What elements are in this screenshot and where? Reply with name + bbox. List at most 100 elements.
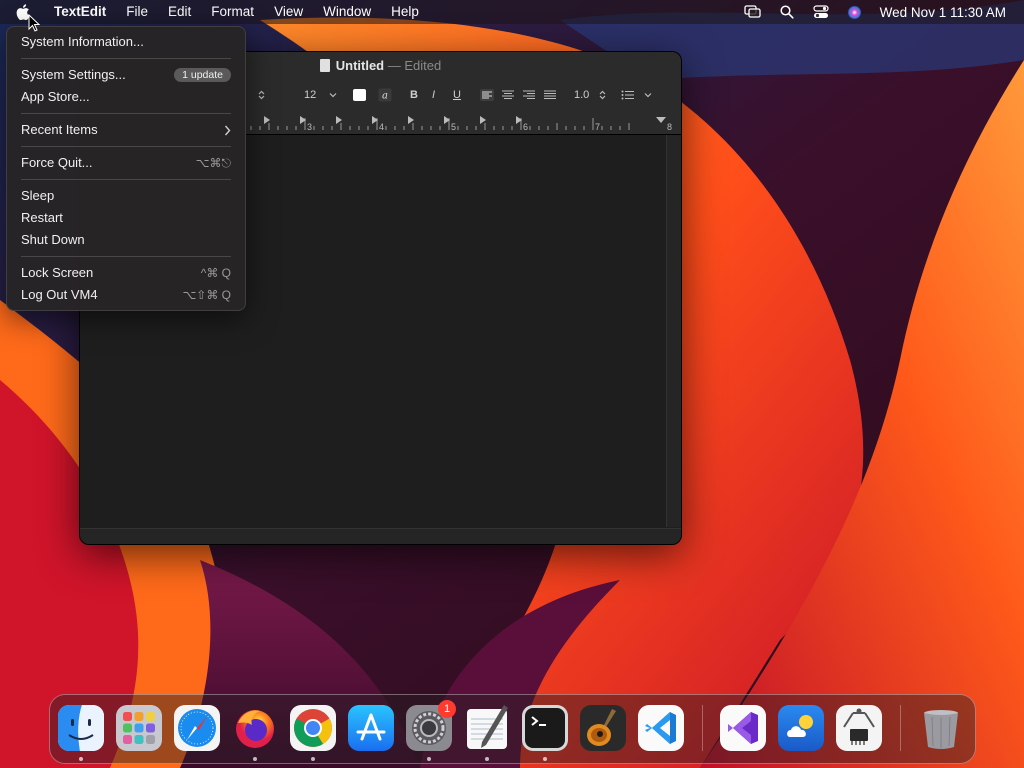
dock-chrome[interactable] — [290, 705, 336, 751]
apple-menu: System Information... System Settings...… — [6, 26, 246, 311]
text-color-well[interactable] — [353, 86, 366, 104]
chevron-right-icon — [224, 119, 231, 142]
title-separator: — — [387, 58, 401, 73]
menu-item-app-store[interactable]: App Store... — [13, 86, 239, 108]
underline-button[interactable]: U — [453, 86, 461, 104]
menu-format[interactable]: Format — [201, 0, 264, 24]
menu-item-label: App Store... — [21, 89, 90, 104]
textedit-icon — [467, 705, 508, 749]
ruler-label: 6 — [523, 122, 528, 132]
dock-firefox[interactable] — [232, 705, 278, 751]
document-icon — [319, 59, 330, 72]
menu-divider — [21, 146, 231, 147]
menu-app-name[interactable]: TextEdit — [44, 0, 116, 24]
firefox-icon — [236, 710, 274, 748]
dock-divider — [900, 705, 901, 751]
spotlight-search-icon[interactable] — [770, 0, 804, 24]
chevron-down-icon — [324, 86, 342, 104]
running-indicator — [427, 757, 431, 761]
notification-count: 1 — [443, 703, 451, 715]
menu-view[interactable]: View — [264, 0, 313, 24]
notification-badge: 1 — [438, 700, 456, 718]
keyboard-shortcut: ^⌘ Q — [200, 266, 231, 280]
trash-icon — [924, 710, 958, 749]
ruler-label: 7 — [595, 122, 600, 132]
siri-icon[interactable] — [838, 0, 872, 24]
weather-icon — [778, 705, 824, 751]
ruler-label: 5 — [451, 122, 456, 132]
menu-item-force-quit[interactable]: Force Quit... ⌥⌘⎋ — [13, 152, 239, 174]
launchpad-icon — [116, 705, 162, 751]
menu-item-system-settings[interactable]: System Settings... 1 update — [13, 64, 239, 86]
system-information-icon — [836, 705, 882, 751]
mouse-cursor-icon — [28, 14, 40, 32]
justify-button[interactable] — [544, 86, 556, 104]
dock-divider — [702, 705, 703, 751]
chevron-down-icon — [639, 86, 657, 104]
control-center-icon[interactable] — [804, 0, 838, 24]
visual-studio-icon — [720, 705, 766, 751]
menu-item-label: Recent Items — [21, 122, 98, 137]
menu-item-label: Shut Down — [21, 232, 85, 247]
font-size-value: 12 — [304, 89, 317, 101]
dock-textedit[interactable] — [464, 705, 510, 751]
keyboard-shortcut: ⌥⌘⎋ — [195, 156, 231, 170]
menu-item-recent-items[interactable]: Recent Items — [13, 119, 239, 141]
finder-icon — [58, 705, 104, 751]
align-center-button[interactable] — [502, 86, 514, 104]
running-indicator — [79, 757, 83, 761]
text-color-swatch — [353, 89, 366, 101]
document-name: Untitled — [335, 58, 385, 73]
menubar-clock[interactable]: Wed Nov 1 11:30 AM — [872, 5, 1024, 20]
menu-divider — [21, 58, 231, 59]
chevron-updown-icon — [593, 86, 611, 104]
vertical-scrollbar[interactable] — [666, 135, 681, 527]
menu-help[interactable]: Help — [381, 0, 429, 24]
menu-item-label: System Information... — [21, 34, 144, 49]
align-left-icon — [480, 89, 494, 101]
line-spacing-value: 1.0 — [574, 89, 590, 101]
menu-item-lock-screen[interactable]: Lock Screen ^⌘ Q — [13, 262, 239, 284]
menu-window[interactable]: Window — [313, 0, 381, 24]
italic-button[interactable]: I — [432, 86, 435, 104]
menu-item-restart[interactable]: Restart — [13, 207, 239, 229]
horizontal-scrollbar[interactable] — [80, 528, 681, 544]
menu-item-sleep[interactable]: Sleep — [13, 185, 239, 207]
dock-vscode[interactable] — [638, 705, 684, 751]
bulleted-list-icon — [621, 90, 634, 100]
menu-item-system-information[interactable]: System Information... — [13, 31, 239, 53]
bold-button[interactable]: B — [410, 86, 418, 104]
screen-mirroring-icon[interactable] — [736, 0, 770, 24]
chevron-updown-icon — [252, 86, 270, 104]
dock-garageband[interactable] — [580, 705, 626, 751]
menu-item-shut-down[interactable]: Shut Down — [13, 229, 239, 251]
menu-item-log-out[interactable]: Log Out VM4 ⌥⇧⌘ Q — [13, 284, 239, 306]
ruler-label: 3 — [307, 122, 312, 132]
dock-weather[interactable] — [778, 705, 824, 751]
align-left-button[interactable] — [480, 86, 494, 104]
menu-edit[interactable]: Edit — [158, 0, 201, 24]
dock-app-store[interactable] — [348, 705, 394, 751]
menu-item-label: Restart — [21, 210, 63, 225]
list-style-popup[interactable] — [621, 86, 657, 104]
font-size-popup[interactable]: 12 — [304, 86, 342, 104]
highlight-color-button[interactable]: a — [378, 86, 392, 104]
dock-finder[interactable] — [58, 705, 104, 751]
line-spacing-popup[interactable]: 1.0 — [574, 86, 611, 104]
dock-terminal[interactable] — [522, 705, 568, 751]
menu-divider — [21, 179, 231, 180]
menu-divider — [21, 113, 231, 114]
align-right-button[interactable] — [523, 86, 535, 104]
menu-file[interactable]: File — [116, 0, 158, 24]
dock-system-information[interactable] — [836, 705, 882, 751]
font-style-popup[interactable] — [252, 86, 270, 104]
safari-icon — [174, 705, 220, 751]
app-store-icon — [348, 705, 394, 751]
chrome-icon — [290, 705, 336, 751]
dock-launchpad[interactable] — [116, 705, 162, 751]
dock-safari[interactable] — [174, 705, 220, 751]
align-right-icon — [523, 90, 535, 99]
document-edited-status: Edited — [404, 58, 442, 73]
dock-trash[interactable] — [918, 705, 964, 751]
dock-visual-studio[interactable] — [720, 705, 766, 751]
